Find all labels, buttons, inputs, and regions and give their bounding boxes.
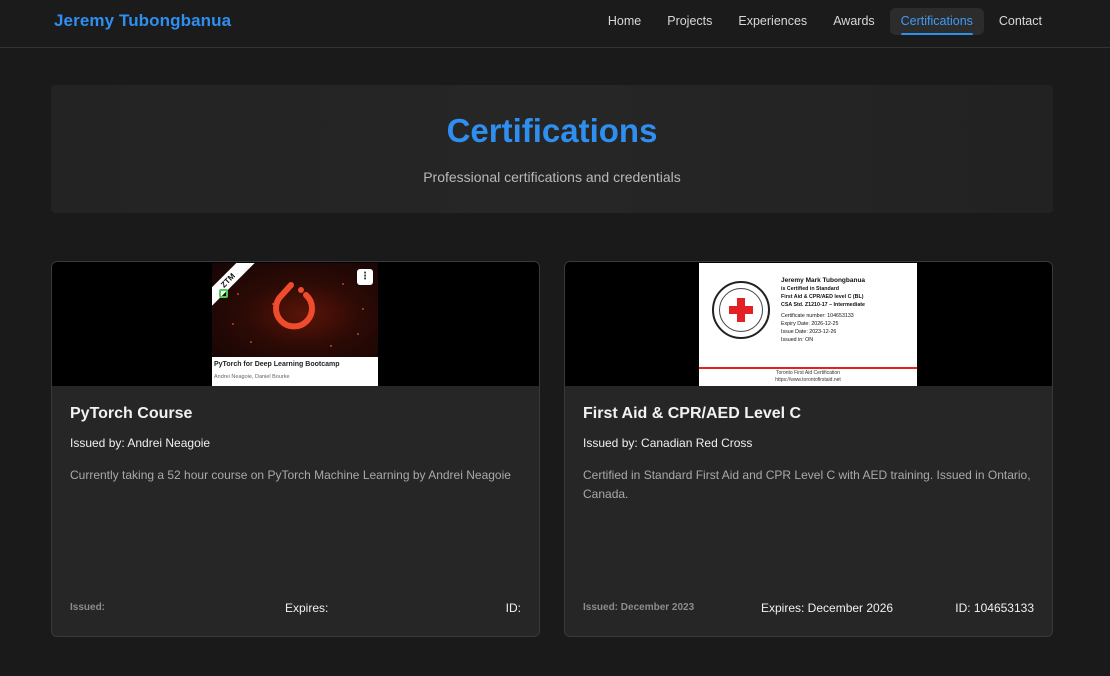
- red-cross-certificate: Jeremy Mark Tubongbanua is Certified in …: [699, 263, 917, 386]
- page-header: Certifications Professional certificatio…: [51, 85, 1053, 213]
- green-badge-icon: [219, 289, 228, 298]
- cert-issued-in: Issued in: ON: [781, 337, 814, 343]
- nav-links: Home Projects Experiences Awards Certifi…: [593, 8, 1053, 35]
- certification-card-first-aid[interactable]: Jeremy Mark Tubongbanua is Certified in …: [564, 261, 1053, 637]
- certification-meta: Issued: December 2023 Expires: December …: [583, 601, 1034, 617]
- certification-issuer: Issued by: Andrei Neagoie: [70, 436, 211, 450]
- nav-item-home[interactable]: Home: [597, 8, 652, 35]
- course-thumbnail: ZTM ⋮ PyTorch for Deep Learning Bootcamp…: [212, 263, 378, 386]
- nav-item-awards[interactable]: Awards: [822, 8, 885, 35]
- cert-number: Certificate number: 104653133: [781, 313, 854, 319]
- brand-logo-link[interactable]: Jeremy Tubongbanua: [54, 11, 231, 31]
- cert-line: CSA Std. Z1210-17 – Intermediate: [781, 302, 865, 308]
- expiry-date: Expires: December 2026: [761, 601, 894, 615]
- nav-item-experiences[interactable]: Experiences: [727, 8, 818, 35]
- certificate-id: ID: 104653133: [955, 601, 1034, 615]
- certificate-id: ID:: [505, 601, 521, 615]
- course-authors: Andrei Neagoie, Daniel Bourke: [214, 374, 290, 380]
- top-navbar: Jeremy Tubongbanua Home Projects Experie…: [0, 0, 1110, 48]
- page-title: Certifications: [446, 112, 658, 149]
- certification-title: First Aid & CPR/AED Level C: [583, 405, 802, 422]
- certification-issuer: Issued by: Canadian Red Cross: [583, 436, 753, 450]
- certificate-image: Jeremy Mark Tubongbanua is Certified in …: [565, 262, 1052, 386]
- cert-footer-url: https://www.torontofirstaid.net: [775, 377, 841, 383]
- issued-date: Issued: December 2023: [583, 602, 695, 613]
- expiry-date: Expires:: [285, 601, 329, 615]
- certification-title: PyTorch Course: [70, 405, 193, 422]
- certification-meta: Issued: Expires: ID:: [70, 601, 521, 617]
- divider: [699, 367, 917, 369]
- course-name: PyTorch for Deep Learning Bootcamp: [214, 361, 340, 368]
- cert-line: First Aid & CPR/AED level C (BL): [781, 294, 864, 300]
- cert-expiry: Expiry Date: 2026-12-25: [781, 321, 839, 327]
- nav-item-projects[interactable]: Projects: [656, 8, 723, 35]
- nav-item-contact[interactable]: Contact: [988, 8, 1053, 35]
- cert-holder-name: Jeremy Mark Tubongbanua: [781, 277, 866, 284]
- certification-description: Certified in Standard First Aid and CPR …: [583, 468, 1031, 501]
- cert-issue-date: Issue Date: 2023-12-26: [781, 329, 837, 335]
- certificate-image: ZTM ⋮ PyTorch for Deep Learning Bootcamp…: [52, 262, 539, 386]
- more-options-icon[interactable]: ⋮: [357, 269, 373, 285]
- issued-date: Issued:: [70, 602, 106, 613]
- cert-footer: Toronto First Aid Certification: [776, 370, 840, 376]
- certification-card-pytorch[interactable]: ZTM ⋮ PyTorch for Deep Learning Bootcamp…: [51, 261, 540, 637]
- cert-line: is Certified in Standard: [781, 286, 839, 292]
- nav-item-certifications[interactable]: Certifications: [889, 8, 984, 35]
- certification-description: Currently taking a 52 hour course on PyT…: [70, 468, 511, 482]
- page-subtitle: Professional certifications and credenti…: [423, 169, 681, 185]
- red-cross-seal-icon: [712, 281, 770, 339]
